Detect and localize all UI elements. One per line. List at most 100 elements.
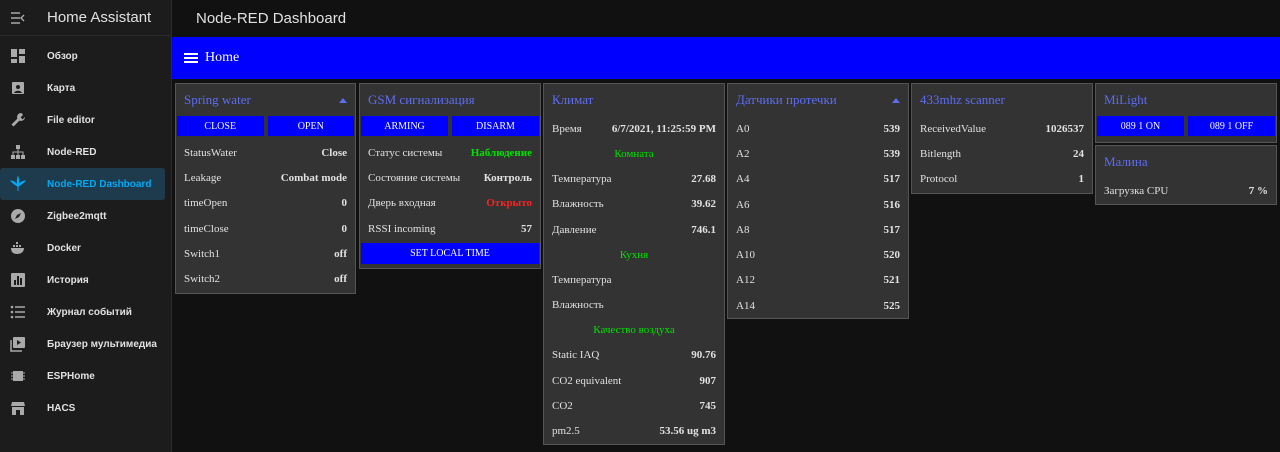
collapse-arrow-icon[interactable] xyxy=(892,97,900,103)
arming-button[interactable]: ARMING xyxy=(361,116,448,136)
row-label: A0 xyxy=(736,122,750,135)
row-value: 0 xyxy=(341,197,348,210)
row-label: ReceivedValue xyxy=(920,122,986,135)
data-row: CO2 745 xyxy=(544,393,724,418)
data-row: Температура xyxy=(544,267,724,292)
row-label: Температура xyxy=(552,172,612,185)
menu-collapse-icon[interactable] xyxy=(10,10,26,26)
sidebar-item-label: История xyxy=(47,274,89,286)
compass-icon xyxy=(10,208,26,224)
data-row: A14 525 xyxy=(728,293,908,318)
sidebar-item[interactable]: File editor xyxy=(0,104,171,136)
row-label: Температура xyxy=(552,273,612,286)
card-title-text: 433mhz scanner xyxy=(920,92,1005,107)
row-value: Контроль xyxy=(483,171,532,184)
kitchen-section-header: Кухня xyxy=(619,248,649,261)
row-value: 745 xyxy=(699,400,717,413)
milight-on-button[interactable]: 089 1 ON xyxy=(1097,116,1184,136)
card-title[interactable]: Датчики протечки xyxy=(728,84,908,116)
sidebar-item[interactable]: Браузер мультимедиа xyxy=(0,328,171,360)
data-row: Влажность 39.62 xyxy=(544,192,724,217)
sidebar-item[interactable]: Docker xyxy=(0,232,171,264)
row-label: Состояние системы xyxy=(368,171,461,184)
row-value: 517 xyxy=(883,223,901,236)
row-label: Switch2 xyxy=(184,273,221,286)
row-value: off xyxy=(334,247,347,260)
row-value: Наблюдение xyxy=(470,146,532,159)
sidebar-item-label: Карта xyxy=(47,82,76,94)
row-value: 521 xyxy=(883,274,901,287)
card-gsm-alarm: GSM сигнализация ARMING DISARM Статус си… xyxy=(359,83,541,269)
time-value: 6/7/2021, 11:25:59 PM xyxy=(611,122,716,135)
row-label: pm2.5 xyxy=(552,425,580,438)
data-row: Leakage Combat mode xyxy=(176,165,355,190)
data-row: Температура 27.68 xyxy=(544,166,724,191)
time-row: Время 6/7/2021, 11:25:59 PM xyxy=(544,116,724,141)
sitemap-icon xyxy=(10,144,26,160)
row-value: 746.1 xyxy=(691,223,716,236)
room-section-header: Комната xyxy=(614,147,654,160)
hamburger-icon[interactable] xyxy=(184,53,198,63)
time-label: Время xyxy=(552,122,582,135)
sidebar-item[interactable]: Zigbee2mqtt xyxy=(0,200,171,232)
disarm-button[interactable]: DISARM xyxy=(452,116,539,136)
data-row: pm2.5 53.56 ug m3 xyxy=(544,419,724,444)
data-row: CO2 equivalent 907 xyxy=(544,368,724,393)
data-row: A12 521 xyxy=(728,268,908,293)
sidebar: Home Assistant Обзор Карта File editor Node… xyxy=(0,0,172,452)
row-label: RSSI incoming xyxy=(368,222,436,235)
row-label: A12 xyxy=(736,274,755,287)
sidebar-item[interactable]: ESPHome xyxy=(0,360,171,392)
sidebar-item[interactable]: История xyxy=(0,264,171,296)
row-value: 539 xyxy=(883,122,901,135)
collapse-arrow-icon[interactable] xyxy=(339,97,347,103)
chip-icon xyxy=(10,368,26,384)
cannabis-icon xyxy=(10,176,26,192)
map-icon xyxy=(10,80,26,96)
sidebar-header: Home Assistant xyxy=(0,0,171,36)
row-value: 27.68 xyxy=(691,172,716,185)
data-row: Статус системы Наблюдение xyxy=(360,140,540,165)
sidebar-item[interactable]: Обзор xyxy=(0,40,171,72)
sidebar-item-label: File editor xyxy=(47,114,95,126)
row-value: 539 xyxy=(883,147,901,160)
set-local-time-button[interactable]: SET LOCAL TIME xyxy=(361,243,539,265)
card-433mhz-scanner: 433mhz scanner ReceivedValue 1026537 Bitle… xyxy=(911,83,1093,194)
sidebar-item-label: Node-RED Dashboard xyxy=(47,178,152,190)
sidebar-item-label: ESPHome xyxy=(47,370,95,382)
air-quality-section-header: Качество воздуха xyxy=(593,324,675,337)
data-row: A10 520 xyxy=(728,242,908,267)
data-row: ReceivedValue 1026537 xyxy=(912,116,1092,141)
open-button[interactable]: OPEN xyxy=(267,116,354,136)
row-label: Дверь входная xyxy=(368,197,436,210)
data-row: RSSI incoming 57 xyxy=(360,216,540,241)
row-value: 24 xyxy=(1073,147,1084,160)
row-value: 0 xyxy=(341,222,348,235)
card-malina: Малина Загрузка CPU 7 % xyxy=(1095,145,1277,205)
data-row: Switch1 off xyxy=(176,241,355,266)
sidebar-item[interactable]: Node-RED Dashboard xyxy=(0,168,165,200)
sidebar-item[interactable]: Node-RED xyxy=(0,136,171,168)
card-title[interactable]: Spring water xyxy=(176,84,355,116)
sidebar-nav: Обзор Карта File editor Node-RED Node-RED Da… xyxy=(0,36,171,424)
sidebar-item[interactable]: HACS xyxy=(0,392,171,424)
sidebar-item[interactable]: Журнал событий xyxy=(0,296,171,328)
card-title-text: Малина xyxy=(1104,154,1148,169)
close-button[interactable]: CLOSE xyxy=(177,116,264,136)
row-label: A4 xyxy=(736,173,750,186)
wrench-icon xyxy=(10,112,26,128)
data-row: Bitlength 24 xyxy=(912,141,1092,166)
data-row: StatusWater Close xyxy=(176,140,355,165)
milight-off-button[interactable]: 089 1 OFF xyxy=(1188,116,1275,136)
data-row: Влажность xyxy=(544,292,724,317)
row-label: Protocol xyxy=(920,173,958,186)
row-value: 1 xyxy=(1078,173,1085,186)
row-label: A2 xyxy=(736,147,750,160)
row-label: Давление xyxy=(552,223,597,236)
row-value: 57 xyxy=(521,222,532,235)
sidebar-item[interactable]: Карта xyxy=(0,72,171,104)
data-row: A8 517 xyxy=(728,217,908,242)
row-label: A14 xyxy=(736,299,755,312)
top-bar: Node-RED Dashboard xyxy=(172,0,1280,36)
docker-icon xyxy=(10,240,26,256)
